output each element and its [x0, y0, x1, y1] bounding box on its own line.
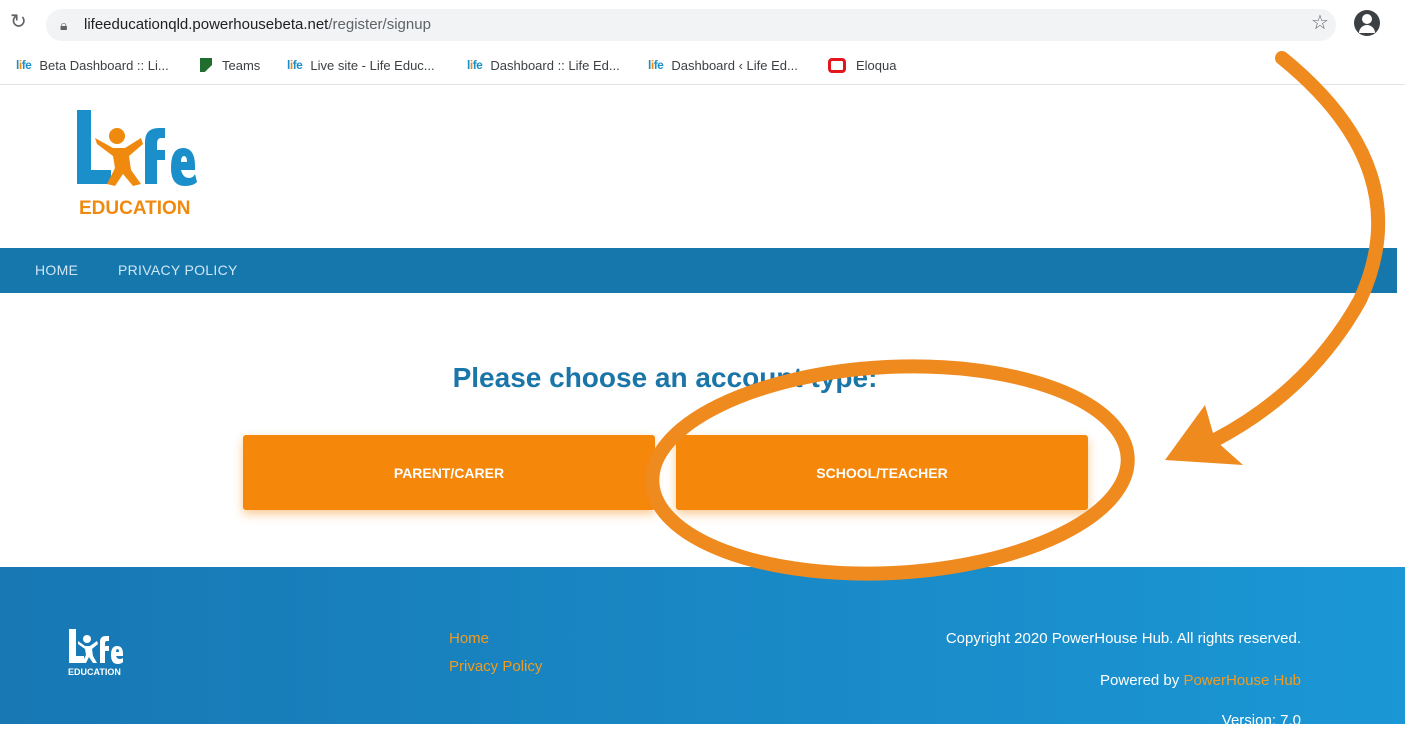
footer-powered-by: Powered by PowerHouse Hub [1100, 672, 1301, 689]
footer-logo-subtext: EDUCATION [68, 667, 121, 677]
footer-logo[interactable]: EDUCATION [68, 627, 124, 679]
powered-prefix: Powered by [1100, 672, 1180, 689]
bookmark-label: Eloqua [856, 57, 897, 73]
bookmark-label: Beta Dashboard :: Li... [39, 57, 169, 73]
life-favicon-icon: life [287, 58, 303, 72]
powered-by-link[interactable]: PowerHouse Hub [1183, 672, 1301, 689]
lock-icon: 🔒︎ [60, 17, 68, 33]
school-teacher-button[interactable]: SCHOOL/TEACHER [676, 435, 1088, 510]
account-icon[interactable] [1354, 10, 1380, 36]
footer-home-link[interactable]: Home [449, 630, 489, 647]
bookmark-label: Dashboard :: Life Ed... [490, 57, 620, 73]
url-host: lifeeducationqld.powerhousebeta.net [84, 16, 329, 33]
life-favicon-icon: life [467, 58, 483, 72]
bookmark-item[interactable]: life Beta Dashboard :: Li... [16, 55, 169, 75]
eloqua-favicon-icon [828, 57, 846, 73]
site-footer: EDUCATION Home Privacy Policy Copyright … [0, 567, 1405, 729]
life-favicon-icon: life [648, 58, 664, 72]
teams-favicon-icon [200, 58, 212, 72]
bookmark-label: Teams [222, 57, 261, 73]
url-path: /register/signup [328, 16, 431, 33]
life-favicon-icon: life [16, 58, 32, 72]
nav-privacy-policy-link[interactable]: PRIVACY POLICY [118, 262, 238, 278]
logo-subtext: EDUCATION [79, 198, 191, 218]
bookmark-label: Live site - Life Educ... [310, 57, 435, 73]
reload-icon[interactable]: ↻ [10, 9, 27, 34]
footer-copyright: Copyright 2020 PowerHouse Hub. All right… [945, 630, 1301, 647]
bookmark-item[interactable]: life Live site - Life Educ... [287, 55, 435, 75]
footer-privacy-policy-link[interactable]: Privacy Policy [449, 658, 542, 675]
bookmark-item[interactable]: Teams [200, 55, 260, 75]
browser-chrome: ↻ 🔒︎ lifeeducationqld.powerhousebeta.net… [0, 0, 1405, 85]
address-url[interactable]: lifeeducationqld.powerhousebeta.net/regi… [84, 16, 431, 33]
bookmark-item[interactable]: life Dashboard ‹ Life Ed... [648, 55, 798, 75]
bookmark-label: Dashboard ‹ Life Ed... [671, 57, 798, 73]
page-heading: Please choose an account type: [452, 362, 878, 393]
bookmark-item[interactable]: life Dashboard :: Life Ed... [467, 55, 620, 75]
life-education-logo[interactable]: EDUCATION [75, 108, 200, 218]
main-nav: HOME PRIVACY POLICY [0, 248, 1397, 293]
annotation-arrow-head [1165, 405, 1243, 465]
nav-home-link[interactable]: HOME [35, 262, 78, 278]
bookmark-item[interactable]: Eloqua [828, 55, 896, 75]
parent-carer-button[interactable]: PARENT/CARER [243, 435, 655, 510]
address-bar[interactable]: 🔒︎ lifeeducationqld.powerhousebeta.net/r… [46, 9, 1336, 41]
bookmark-star-icon[interactable]: ☆ [1311, 10, 1329, 35]
footer-version: Version: 7.0 [1221, 712, 1301, 729]
